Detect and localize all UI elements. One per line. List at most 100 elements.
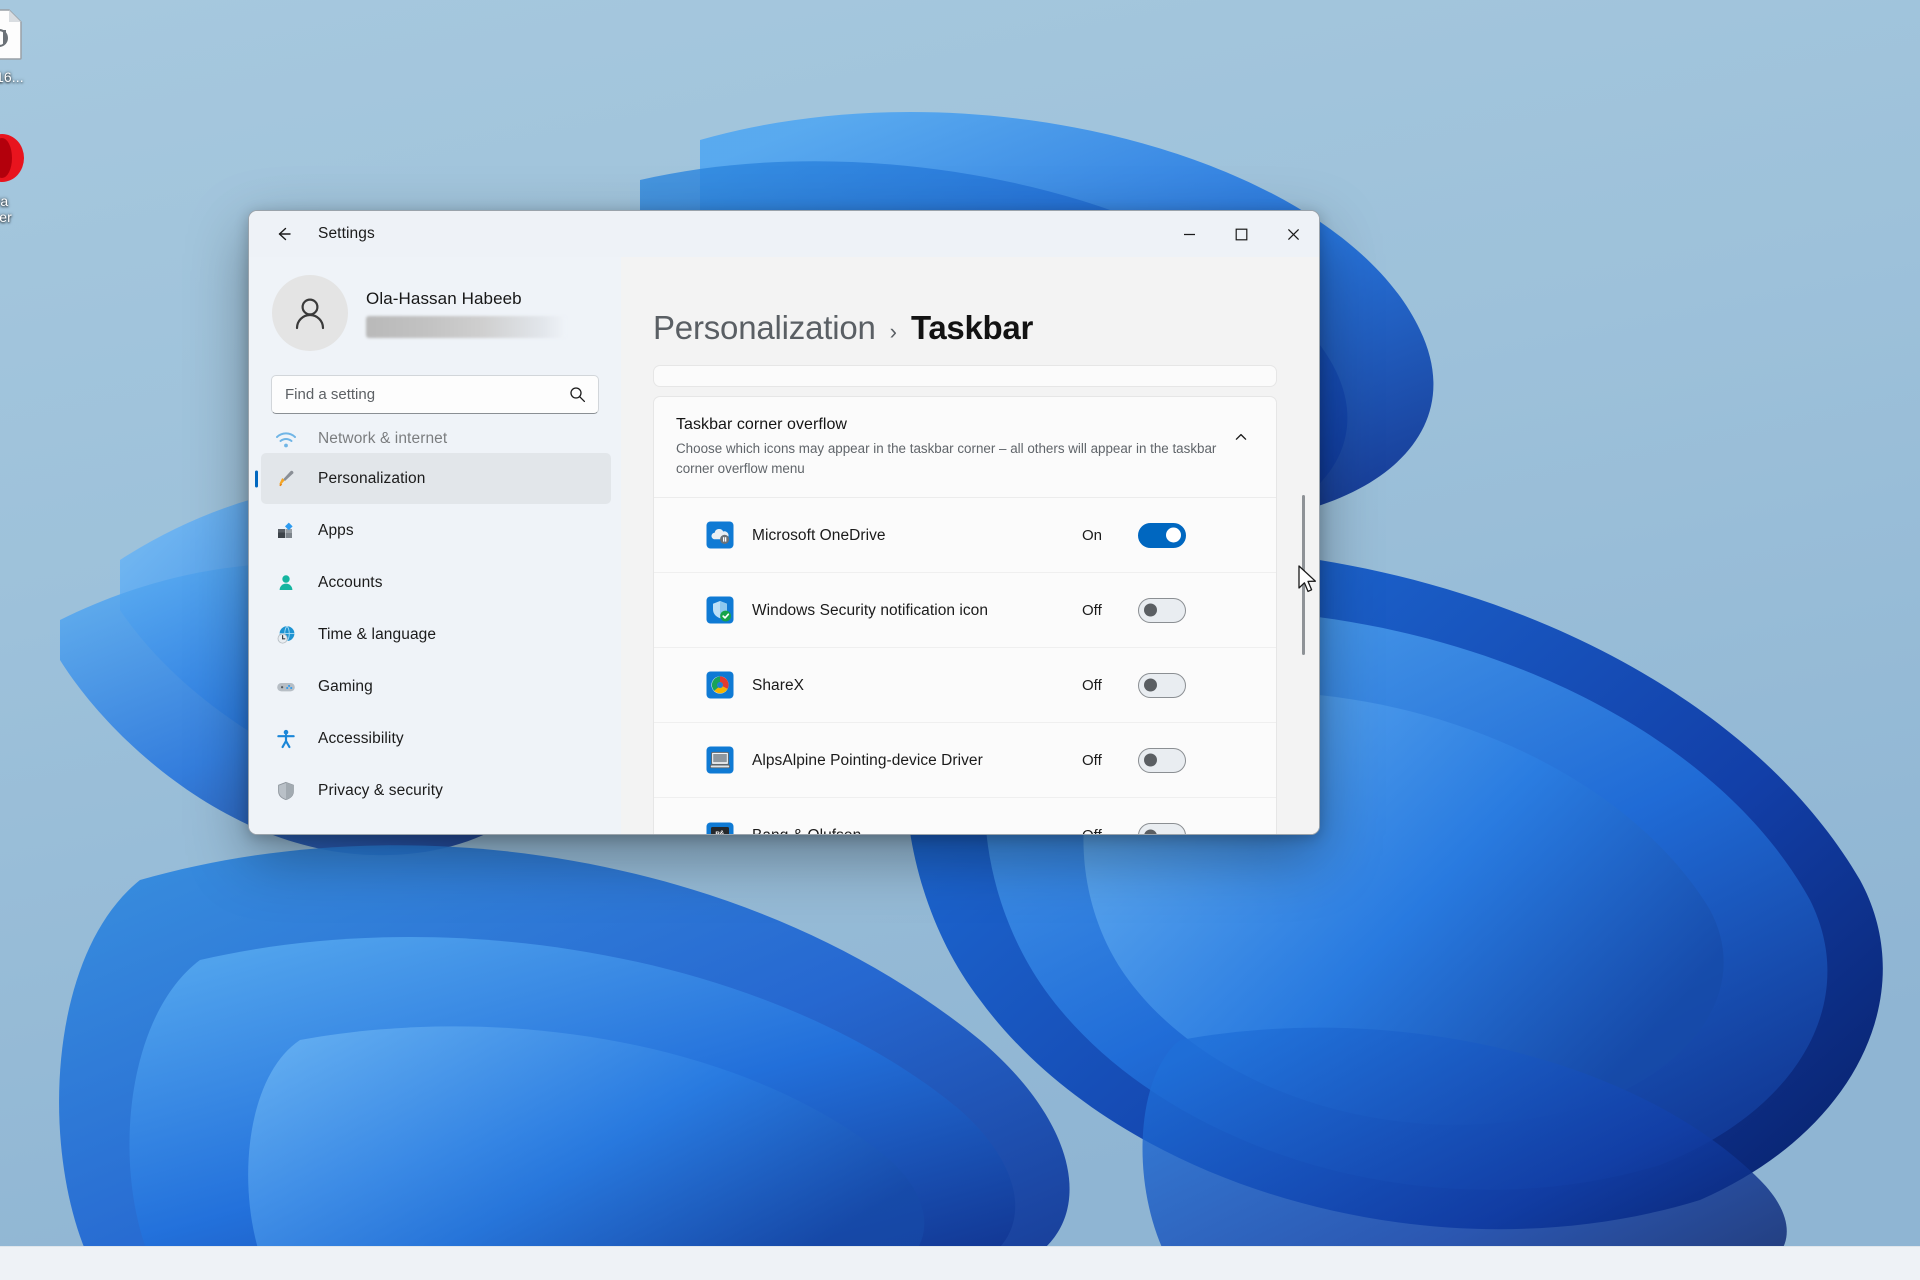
table-row: ShareX Off — [654, 648, 1276, 723]
sidebar-item-label: Gaming — [318, 678, 373, 696]
taskbar-corner-overflow-header[interactable]: Taskbar corner overflow Choose which ico… — [654, 397, 1276, 498]
main-content: Personalization › Taskbar icon Taskbar c… — [621, 257, 1319, 834]
toggle-sharex[interactable] — [1138, 673, 1186, 698]
account-name: Ola-Hassan Habeeb — [366, 289, 566, 309]
sidebar-item-label: Apps — [318, 522, 354, 540]
table-row: Microsoft OneDrive On — [654, 498, 1276, 573]
title-bar: Settings — [249, 211, 1319, 257]
sidebar-item-label: Personalization — [318, 470, 425, 488]
desktop-icon-document[interactable]: 2016... — [0, 8, 50, 85]
account-email-redacted — [366, 316, 566, 338]
toggle-windows-security[interactable] — [1138, 598, 1186, 623]
accessibility-icon — [273, 726, 299, 752]
row-label: Microsoft OneDrive — [752, 524, 1082, 547]
toggle-state-label: Off — [1082, 827, 1126, 834]
opera-browser-icon — [0, 132, 50, 189]
onedrive-icon — [706, 521, 734, 549]
sharex-icon — [706, 671, 734, 699]
window-title: Settings — [318, 225, 375, 243]
table-row: AlpsAlpine Pointing-device Driver Off — [654, 723, 1276, 798]
toggle-onedrive[interactable] — [1138, 523, 1186, 548]
row-label: ShareX — [752, 674, 1082, 697]
sidebar-item-apps[interactable]: Apps — [261, 505, 611, 556]
accounts-icon — [273, 570, 299, 596]
sidebar-item-accounts[interactable]: Accounts — [261, 557, 611, 608]
sidebar-item-label: Time & language — [318, 626, 436, 644]
taskbar[interactable] — [0, 1246, 1920, 1280]
table-row: Windows Security notification icon Off — [654, 573, 1276, 648]
maximize-icon — [1235, 228, 1248, 241]
apps-icon — [273, 518, 299, 544]
overflow-section-description: Choose which icons may appear in the tas… — [676, 439, 1224, 478]
scrollbar[interactable] — [1297, 335, 1310, 830]
svg-text:&: & — [720, 830, 725, 834]
toggle-state-label: Off — [1082, 752, 1126, 769]
windows-security-icon — [706, 596, 734, 624]
close-button[interactable] — [1267, 211, 1319, 257]
minimize-button[interactable] — [1163, 211, 1215, 257]
toggle-state-label: Off — [1082, 677, 1126, 694]
breadcrumb-parent[interactable]: Personalization — [653, 309, 876, 347]
sidebar-item-label: Network & internet — [318, 430, 447, 448]
gamepad-icon — [273, 674, 299, 700]
search-icon — [569, 386, 586, 403]
window-body: Ola-Hassan Habeeb — [249, 257, 1319, 834]
sidebar-item-time-language[interactable]: Time & language — [261, 609, 611, 660]
toggle-bang-olufsen[interactable] — [1138, 823, 1186, 834]
window-controls — [1163, 211, 1319, 257]
maximize-button[interactable] — [1215, 211, 1267, 257]
close-icon — [1287, 228, 1300, 241]
overflow-section-title: Taskbar corner overflow — [676, 416, 1224, 434]
paintbrush-icon — [273, 466, 299, 492]
clipped-card-text: icon — [750, 365, 778, 369]
minimize-icon — [1183, 228, 1196, 241]
desktop-icon-label: raser — [0, 193, 50, 225]
page-title: Taskbar — [911, 309, 1033, 347]
table-row: B & O Bang & Olufsen Off — [654, 798, 1276, 834]
search-container — [249, 365, 621, 426]
settings-window: Settings — [248, 210, 1320, 835]
toggle-state-label: Off — [1082, 602, 1126, 619]
sidebar-item-gaming[interactable]: Gaming — [261, 661, 611, 712]
desktop-icon-label: 2016... — [0, 69, 50, 85]
back-arrow-icon — [274, 224, 294, 244]
taskbar-corner-overflow-card: Taskbar corner overflow Choose which ico… — [653, 396, 1277, 834]
sidebar-item-label: Privacy & security — [318, 782, 443, 800]
desktop: 2016... raser Settings — [0, 0, 1920, 1280]
breadcrumb: Personalization › Taskbar — [621, 257, 1319, 365]
document-icon — [0, 8, 50, 65]
shield-icon — [273, 778, 299, 804]
search-button[interactable] — [564, 382, 590, 408]
row-label: Windows Security notification icon — [752, 599, 1082, 622]
avatar — [272, 275, 348, 351]
touchpad-icon — [706, 746, 734, 774]
toggle-alpsalpine[interactable] — [1138, 748, 1186, 773]
toggle-state-label: On — [1082, 527, 1126, 544]
search-input[interactable] — [272, 386, 598, 403]
clipped-settings-card: icon — [653, 365, 1277, 387]
row-label: Bang & Olufsen — [752, 824, 1082, 834]
breadcrumb-separator: › — [890, 319, 897, 345]
row-label: AlpsAlpine Pointing-device Driver — [752, 749, 1082, 772]
scrollbar-thumb[interactable] — [1302, 495, 1305, 655]
chevron-up-icon — [1233, 429, 1249, 445]
user-avatar-icon — [288, 291, 332, 335]
sidebar-item-network-internet[interactable]: Network & internet — [261, 426, 611, 452]
sidebar: Ola-Hassan Habeeb — [249, 257, 621, 834]
network-icon — [273, 426, 299, 452]
overflow-header-text: Taskbar corner overflow Choose which ico… — [676, 416, 1224, 478]
back-button[interactable] — [267, 217, 301, 251]
sidebar-item-label: Accounts — [318, 574, 383, 592]
settings-scroll-area: icon Taskbar corner overflow Choose whic… — [621, 365, 1319, 834]
desktop-icon-opera[interactable]: raser — [0, 132, 50, 225]
sidebar-item-personalization[interactable]: Personalization — [261, 453, 611, 504]
sidebar-nav-list: Network & internet Personalization — [249, 426, 621, 834]
sidebar-item-privacy-security[interactable]: Privacy & security — [261, 765, 611, 816]
bang-olufsen-icon: B & O — [706, 822, 734, 834]
sidebar-item-accessibility[interactable]: Accessibility — [261, 713, 611, 764]
account-text: Ola-Hassan Habeeb — [366, 289, 566, 338]
search-box[interactable] — [271, 375, 599, 414]
clock-globe-icon — [273, 622, 299, 648]
account-card[interactable]: Ola-Hassan Habeeb — [249, 261, 621, 365]
collapse-section-button[interactable] — [1224, 420, 1258, 454]
